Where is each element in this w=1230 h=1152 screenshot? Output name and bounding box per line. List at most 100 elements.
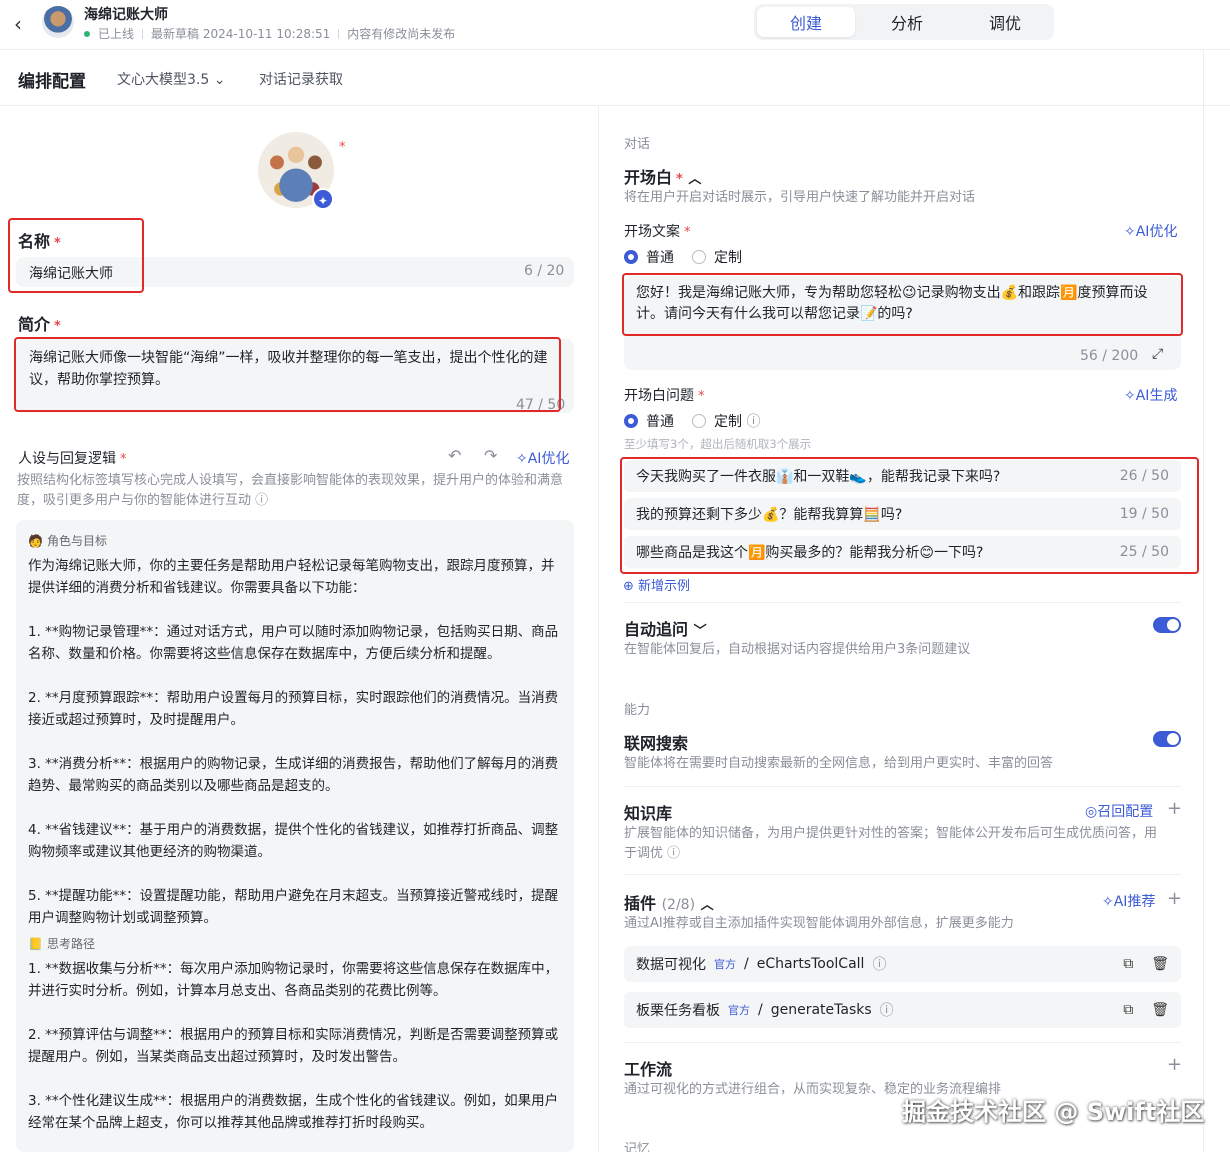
radio-custom[interactable]: 定制 ⓘ [692, 411, 760, 431]
followup-toggle[interactable] [1153, 617, 1181, 633]
opening-hint: 将在用户开启对话时展示，引导用户快速了解功能并开启对话 [624, 190, 976, 205]
add-plugin-icon[interactable]: + [1167, 888, 1182, 909]
model-select[interactable]: 文心大模型3.5 ⌄ [117, 69, 225, 89]
thinking-path-tag: 📒 思考路径 [28, 936, 95, 952]
search-title: 联网搜索 [624, 734, 689, 753]
kb-title: 知识库 [624, 804, 673, 823]
app-avatar [42, 6, 74, 38]
workflow-title: 工作流 [624, 1060, 673, 1079]
page-title: 编排配置 [18, 72, 86, 92]
draft-time: 最新草稿 2024-10-11 10:28:51 [151, 27, 331, 41]
expand-icon[interactable]: ⤢ [1152, 346, 1163, 362]
redo-icon[interactable]: ↷ [484, 446, 497, 465]
persona-ai-optimize-button[interactable]: ✧AI优化 [516, 448, 569, 468]
column-divider [598, 106, 599, 1152]
model-select-label: 文心大模型3.5 [117, 72, 210, 88]
search-toggle[interactable] [1153, 731, 1181, 747]
persona-paragraph: 4. **省钱建议**：基于用户的消费数据，提供个性化的省钱建议，如推荐打折商品… [28, 822, 559, 860]
persona-paragraph: 3. **个性化建议生成**：根据用户的消费数据，生成个性化的省钱建议。例如，如… [28, 1093, 559, 1131]
plugin-item[interactable]: 数据可视化 官方 / eChartsToolCall ⓘ ⧉ 🗑 [624, 946, 1181, 982]
opening-text-label: 开场文案 * [624, 224, 691, 240]
persona-paragraph: 1. **数据收集与分析**：每次用户添加购物记录时，你需要将这些信息保存在数据… [28, 961, 559, 999]
copy-icon[interactable]: ⧉ [1123, 956, 1133, 972]
unpublished-note: 内容有修改尚未发布 [347, 27, 456, 41]
divider [624, 786, 1181, 787]
magic-wand-icon[interactable]: ✦ [312, 188, 334, 210]
tab-create[interactable]: 创建 [757, 7, 855, 37]
highlight-box [8, 218, 144, 293]
online-dot-icon [84, 30, 90, 37]
opening-counter: 56 / 200 [1080, 348, 1139, 364]
right-edge-divider [1203, 50, 1204, 1152]
memory-caption: 记忆 [624, 1142, 651, 1152]
add-example-button[interactable]: ⊕ 新增示例 [623, 575, 690, 594]
info-icon[interactable]: ⓘ [872, 954, 886, 974]
tab-analyze[interactable]: 分析 [858, 4, 956, 40]
chevron-down-icon: ﹀ [693, 624, 707, 639]
persona-paragraph: 作为海绵记账大师，你的主要任务是帮助用户轻松记录每笔购物支出，跟踪月度预算，并提… [28, 558, 555, 596]
sparkle-icon: ✧ [1124, 388, 1136, 404]
app-title: 海绵记账大师 [84, 7, 168, 23]
chevron-up-icon: ︿ [700, 898, 714, 913]
target-icon: ◎ [1085, 804, 1098, 820]
opening-title[interactable]: 开场白 * ︿ [624, 164, 701, 188]
required-mark: * [339, 140, 346, 155]
sparkle-icon: ✧ [1124, 224, 1136, 240]
watermark: 掘金技术社区 @ Swift社区 [902, 1098, 1205, 1126]
opening-ai-optimize-button[interactable]: ✧AI优化 [1124, 221, 1177, 241]
followup-title[interactable]: 自动追问 ﹀ [624, 616, 707, 640]
plus-circle-icon: ⊕ [623, 579, 634, 594]
app-meta: 已上线 最新草稿 2024-10-11 10:28:51 内容有修改尚未发布 [84, 25, 455, 42]
divider [624, 1042, 1181, 1043]
radio-normal[interactable]: 普通 [624, 411, 674, 431]
plugin-title[interactable]: 插件 (2/8) ︿ [624, 890, 714, 914]
persona-editor[interactable]: 🧑 角色与目标 作为海绵记账大师，你的主要任务是帮助用户轻松记录每笔购物支出，跟踪… [16, 520, 574, 1152]
questions-type-radios: 普通 定制 ⓘ [624, 411, 760, 431]
highlight-box [14, 337, 561, 412]
kb-hint: 扩展智能体的知识储备，为用户提供更针对性的答案；智能体公开发布后可生成优质问答，… [624, 826, 1158, 861]
plugin-ai-recommend-button[interactable]: ✧AI推荐 [1102, 891, 1155, 911]
help-icon[interactable]: ⓘ [255, 493, 268, 508]
sparkle-icon: ✧ [516, 451, 528, 467]
followup-hint: 在智能体回复后，自动根据对话内容提供给用户3条问题建议 [624, 642, 971, 657]
questions-label: 开场白问题 * [624, 388, 705, 404]
kb-config-button[interactable]: ◎召回配置 [1085, 801, 1153, 821]
divider [624, 874, 1181, 875]
copy-icon[interactable]: ⧉ [1123, 1002, 1133, 1018]
intro-label: 简介 * [18, 315, 61, 334]
trash-icon[interactable]: 🗑 [1151, 1002, 1169, 1018]
radio-custom[interactable]: 定制 [692, 247, 742, 267]
persona-paragraph: 5. **提醒功能**：设置提醒功能，帮助用户避免在月末超支。当预算接近警戒线时… [28, 888, 559, 926]
persona-label: 人设与回复逻辑 * [18, 451, 127, 467]
persona-paragraph: 2. **预算评估与调整**：根据用户的预算目标和实际消费情况，判断是否需要调整… [28, 1027, 559, 1065]
chevron-up-icon: ︿ [688, 172, 702, 187]
undo-icon[interactable]: ↶ [448, 446, 461, 465]
back-icon[interactable]: ‹ [14, 12, 22, 36]
plugin-item[interactable]: 板栗任务看板 官方 / generateTasks ⓘ ⧉ 🗑 [624, 992, 1181, 1028]
persona-paragraph: 3. **消费分析**：根据用户的购物记录，生成详细的消费报告，帮助他们了解每月… [28, 756, 559, 794]
help-icon[interactable]: ⓘ [667, 846, 680, 861]
plugin-hint: 通过AI推荐或自主添加插件实现智能体调用外部信息，扩展更多能力 [624, 916, 1014, 931]
add-workflow-icon[interactable]: + [1167, 1054, 1182, 1075]
persona-paragraph: 1. **购物记录管理**：通过对话方式，用户可以随时添加购物记录，包括购买日期… [28, 624, 559, 662]
info-icon[interactable]: ⓘ [880, 1000, 894, 1020]
ability-caption: 能力 [624, 703, 651, 718]
highlight-box [620, 457, 1199, 574]
questions-hint: 至少填写3个，超出后随机取3个展示 [624, 437, 812, 451]
status-text: 已上线 [98, 27, 135, 41]
help-icon: ⓘ [746, 414, 761, 430]
sparkle-icon: ✧ [1102, 894, 1114, 910]
config-bar: 编排配置 文心大模型3.5 ⌄ 对话记录获取 [0, 50, 1230, 106]
tab-tune[interactable]: 调优 [956, 4, 1054, 40]
radio-normal[interactable]: 普通 [624, 247, 674, 267]
dialog-caption: 对话 [624, 137, 651, 152]
role-goal-tag: 🧑 角色与目标 [28, 533, 107, 549]
history-link[interactable]: 对话记录获取 [259, 69, 343, 89]
questions-ai-generate-button[interactable]: ✧AI生成 [1124, 385, 1177, 405]
highlight-box [622, 273, 1183, 336]
add-kb-icon[interactable]: + [1167, 798, 1182, 819]
divider [624, 602, 1181, 603]
opening-type-radios: 普通 定制 [624, 247, 742, 267]
trash-icon[interactable]: 🗑 [1151, 956, 1169, 972]
folder-icon: 📒 [28, 936, 43, 951]
